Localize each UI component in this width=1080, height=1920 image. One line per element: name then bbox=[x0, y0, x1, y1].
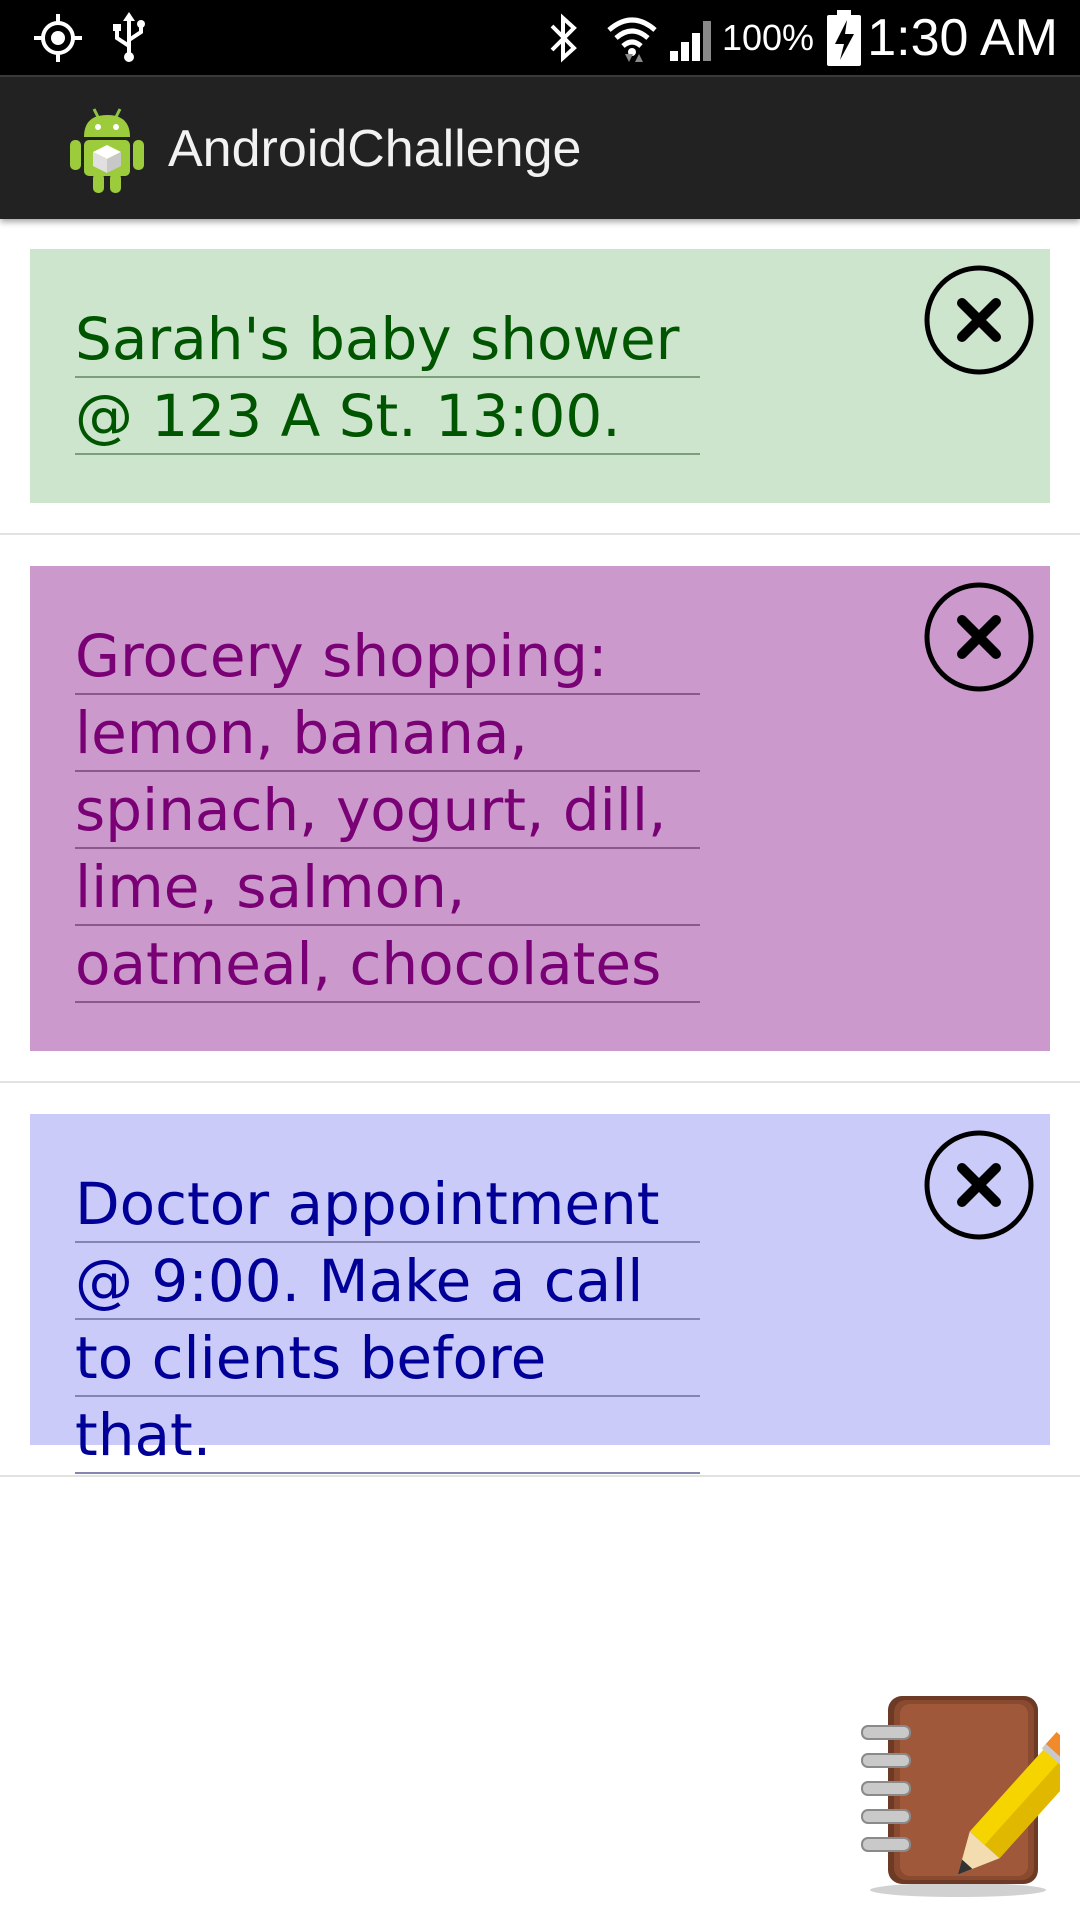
new-note-button[interactable] bbox=[848, 1690, 1080, 1900]
note-text[interactable]: Doctor appointment @ 9:00. Make a call t… bbox=[75, 1166, 700, 1474]
divider bbox=[0, 1081, 1080, 1083]
usb-icon bbox=[106, 0, 152, 75]
note-card[interactable]: Sarah's baby shower @ 123 A St. 13:00. bbox=[30, 249, 1050, 503]
action-bar: AndroidChallenge bbox=[0, 75, 1080, 219]
status-bar: 100% 1:30 AM bbox=[0, 0, 1080, 75]
close-circle-icon[interactable] bbox=[924, 1130, 1034, 1240]
android-app-icon bbox=[66, 105, 148, 195]
wifi-icon bbox=[604, 0, 660, 75]
signal-icon bbox=[666, 0, 720, 75]
gps-icon bbox=[30, 0, 86, 75]
notebook-pencil-icon bbox=[861, 1696, 1080, 1897]
close-circle-icon[interactable] bbox=[924, 582, 1034, 692]
divider bbox=[0, 533, 1080, 535]
app-title: AndroidChallenge bbox=[168, 120, 582, 178]
battery-percent: 100% bbox=[721, 16, 815, 58]
note-card[interactable]: Grocery shopping: lemon, banana, spinach… bbox=[30, 566, 1050, 1051]
close-circle-icon[interactable] bbox=[924, 265, 1034, 375]
note-card[interactable]: Doctor appointment @ 9:00. Make a call t… bbox=[30, 1114, 1050, 1474]
battery-charging-icon bbox=[822, 0, 866, 75]
bluetooth-icon bbox=[540, 0, 586, 75]
status-time: 1:30 AM bbox=[867, 8, 1058, 67]
note-text[interactable]: Grocery shopping: lemon, banana, spinach… bbox=[75, 618, 700, 1003]
divider bbox=[0, 1475, 1080, 1477]
note-text[interactable]: Sarah's baby shower @ 123 A St. 13:00. bbox=[75, 301, 700, 455]
